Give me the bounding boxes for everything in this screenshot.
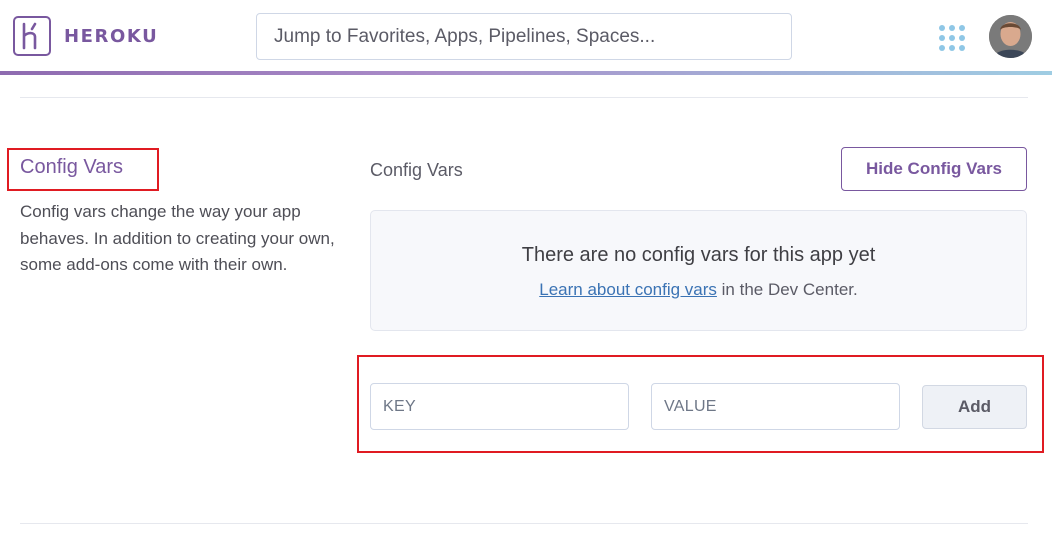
section-divider-bottom bbox=[20, 523, 1028, 524]
apps-grid-icon[interactable] bbox=[939, 25, 965, 51]
heroku-logo-icon bbox=[13, 16, 51, 56]
learn-config-vars-link[interactable]: Learn about config vars bbox=[539, 280, 717, 299]
empty-state-title: There are no config vars for this app ye… bbox=[521, 244, 876, 266]
top-navbar: HEROKU bbox=[0, 0, 1052, 72]
section-title: Config Vars bbox=[20, 156, 124, 178]
heroku-logo[interactable]: HEROKU bbox=[13, 16, 158, 56]
avatar[interactable] bbox=[989, 15, 1032, 58]
add-button[interactable]: Add bbox=[922, 385, 1027, 429]
key-input[interactable] bbox=[370, 383, 629, 430]
panel-label: Config Vars bbox=[370, 160, 463, 180]
empty-state-suffix: in the Dev Center. bbox=[716, 280, 858, 299]
empty-state-subtitle: Learn about config vars in the Dev Cente… bbox=[371, 280, 1026, 300]
section-divider bbox=[20, 97, 1028, 98]
page: HEROKU Config Vars Config vars change th… bbox=[0, 0, 1052, 545]
hide-config-vars-button[interactable]: Hide Config Vars bbox=[841, 147, 1027, 191]
section-description: Config vars change the way your app beha… bbox=[20, 202, 335, 274]
empty-state-box: There are no config vars for this app ye… bbox=[370, 210, 1027, 331]
brand-name: HEROKU bbox=[64, 25, 159, 47]
header-accent-bar bbox=[0, 71, 1052, 75]
value-input[interactable] bbox=[651, 383, 900, 430]
search-input[interactable] bbox=[256, 13, 792, 60]
